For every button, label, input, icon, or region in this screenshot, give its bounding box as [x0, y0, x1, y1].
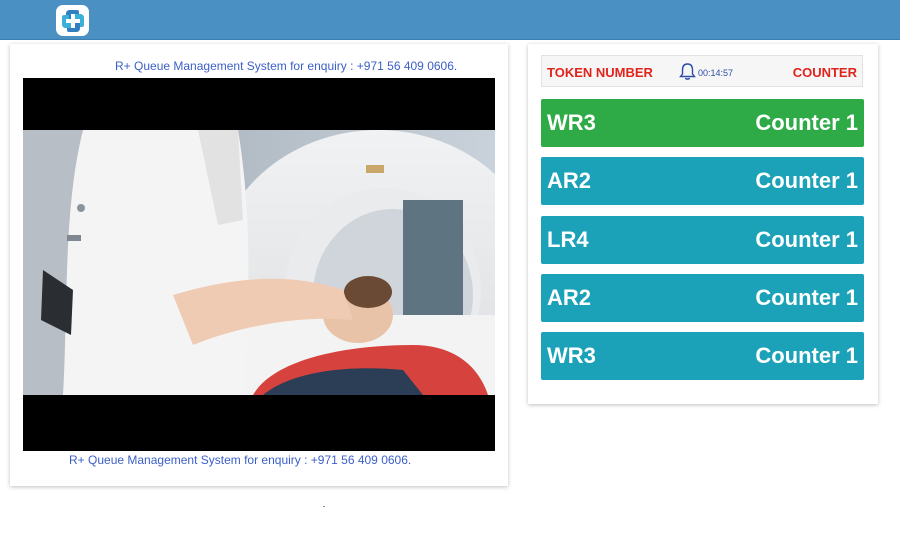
counter-name: Counter 1	[755, 168, 858, 193]
queue-row: LR4 Counter 1	[541, 216, 864, 264]
token-header: TOKEN NUMBER 00:14:57 COUNTER	[541, 55, 863, 87]
bell-icon	[679, 62, 696, 86]
enquiry-banner-bottom: R+ Queue Management System for enquiry :…	[69, 453, 412, 467]
queue-row: AR2 Counter 1	[541, 274, 864, 322]
token-number: AR2	[547, 168, 592, 193]
token-number: WR3	[547, 110, 596, 135]
counter-name: Counter 1	[755, 343, 858, 368]
top-bar	[0, 0, 900, 40]
app-logo-icon[interactable]	[56, 5, 89, 36]
video-player[interactable]	[23, 78, 495, 451]
enquiry-banner-top: R+ Queue Management System for enquiry :…	[115, 59, 458, 73]
token-number: LR4	[547, 227, 589, 252]
queue-row-active: WR3 Counter 1	[541, 99, 864, 147]
clock-time: 00:14:57	[698, 68, 734, 78]
queue-row: WR3 Counter 1	[541, 332, 864, 380]
media-panel: R+ Queue Management System for enquiry :…	[10, 44, 508, 486]
token-number-heading: TOKEN NUMBER	[547, 65, 653, 80]
token-number: WR3	[547, 343, 596, 368]
counter-name: Counter 1	[755, 227, 858, 252]
token-panel: TOKEN NUMBER 00:14:57 COUNTER WR3 Counte…	[528, 44, 878, 404]
video-frame	[23, 130, 495, 395]
counter-heading: COUNTER	[792, 65, 857, 80]
counter-name: Counter 1	[755, 285, 858, 310]
stray-dot	[323, 506, 325, 507]
queue-row: AR2 Counter 1	[541, 157, 864, 205]
token-number: AR2	[547, 285, 592, 310]
counter-name: Counter 1	[755, 110, 858, 135]
